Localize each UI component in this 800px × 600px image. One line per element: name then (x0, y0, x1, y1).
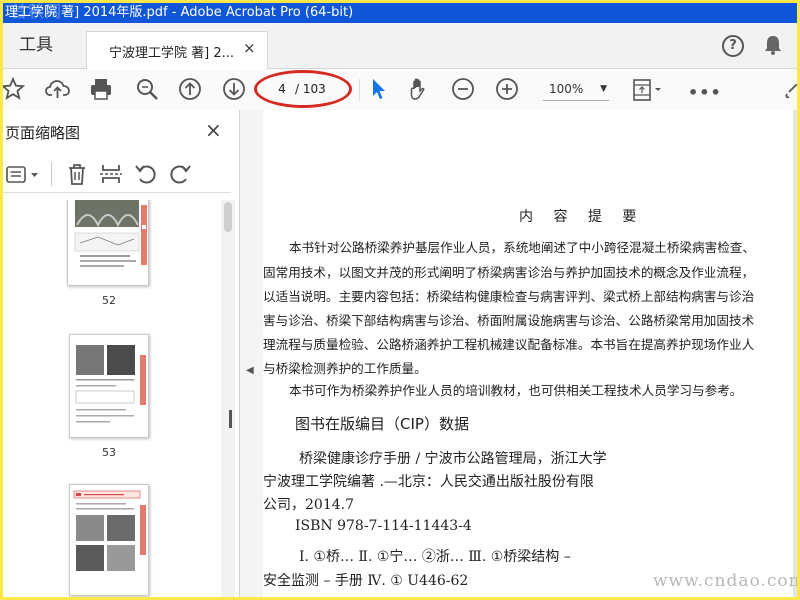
star-icon[interactable] (3, 77, 25, 101)
previous-page-icon[interactable] (178, 77, 202, 101)
main-toolbar: 4 / 103 100% ▼ ••• (3, 69, 797, 111)
delete-page-icon[interactable] (66, 162, 88, 186)
next-page-icon[interactable] (222, 77, 246, 101)
tab-document[interactable]: 宁波理工学院 著] 2... × (86, 31, 268, 69)
thumbnail-toolbar (3, 158, 231, 193)
help-icon[interactable]: ? (722, 35, 744, 57)
thumbnail-page-53[interactable] (69, 334, 149, 438)
rotate-left-icon[interactable] (134, 162, 158, 186)
link-icon[interactable] (785, 77, 797, 101)
collapse-panel-icon[interactable]: ◀ (246, 365, 254, 376)
cip-line: 桥梁健康诊疗手册 / 宁波市公路管理局，浙江大学 (299, 451, 607, 467)
watermark-bottom: www.cndao.com (653, 571, 797, 591)
window-title: 理工学院 著] 2014年版.pdf - Adobe Acrobat Pro (… (5, 5, 354, 20)
scrollbar-thumb[interactable] (224, 202, 232, 232)
cip-line: 公司，2014.7 (263, 497, 354, 513)
panel-splitter[interactable]: ◀ (229, 110, 265, 597)
zoom-search-icon[interactable] (135, 77, 159, 101)
tab-close-button[interactable]: × (243, 39, 256, 57)
cip-line: Ⅰ. ①桥… Ⅱ. ①宁… ②浙… Ⅲ. ①桥梁结构 – (299, 549, 571, 565)
thumbnail-options-icon[interactable] (5, 164, 43, 186)
abstract-line: 害与诊治、桥梁下部结构病害与诊治、桥面附属设施病害与诊治、公路桥梁常用加固技术 (263, 313, 755, 328)
bell-icon[interactable] (763, 34, 783, 56)
thumbnail-page-52[interactable] (67, 200, 149, 286)
tab-bar: 工具 宁波理工学院 著] 2... × ? (3, 23, 797, 69)
abstract-line: 以适当说明。主要内容包括：桥梁结构健康检查与病害评判、梁式桥上部结构病害与诊治 (263, 289, 755, 304)
hand-tool-icon[interactable] (407, 77, 431, 101)
current-page-input[interactable]: 4 (271, 81, 293, 97)
acrobat-window: 理工学院 著] 2014年版.pdf - Adobe Acrobat Pro (… (3, 3, 797, 597)
title-bar: 理工学院 著] 2014年版.pdf - Adobe Acrobat Pro (… (3, 3, 797, 23)
cip-line: 宁波理工学院编著 .—北京：人民交通出版社股份有限 (263, 474, 594, 490)
abstract-line: 本书针对公路桥梁养护基层作业人员，系统地阐述了中小跨径混凝土桥梁病害检查、 (289, 240, 755, 255)
zoom-in-icon[interactable] (495, 77, 519, 101)
document-scrollbar[interactable] (793, 110, 797, 597)
zoom-level-value: 100% (549, 82, 584, 96)
chevron-down-icon: ▼ (600, 84, 607, 94)
abstract-line: 与桥梁检测养护的工作质量。 (263, 361, 427, 376)
abstract-line: 固常用技术，以图文并茂的形式阐明了桥梁病害诊治与养护加固技术的概念及作业流程， (263, 265, 755, 280)
abstract-line: 本书可作为桥梁养护作业人员的培训教材，也可供相关工程技术人员学习与参考。 (289, 383, 743, 398)
toolbar-divider (51, 162, 52, 186)
page-fit-icon[interactable] (631, 77, 661, 101)
cip-line: 安全监测 – 手册 Ⅳ. ① U446-62 (263, 573, 469, 589)
panel-close-button[interactable]: × (205, 118, 222, 142)
cip-heading: 图书在版编目（CIP）数据 (295, 415, 469, 433)
thumbnail-page-number: 53 (102, 446, 116, 459)
panel-title: 页面缩略图 (5, 124, 81, 142)
abstract-title: 内 容 提 要 (519, 209, 645, 225)
cloud-upload-icon[interactable] (45, 77, 70, 101)
thumbnail-list: 52 53 (3, 200, 221, 597)
tab-tools[interactable]: 工具 (3, 23, 69, 68)
resize-grip-icon[interactable] (229, 410, 232, 428)
thumbnail-page-54[interactable] (69, 484, 149, 596)
page-thumbnails-panel: 页面缩略图 × 52 53 (3, 110, 239, 597)
thumbnail-page-number: 52 (102, 294, 116, 307)
page-number-field[interactable]: 4 / 103 (265, 78, 345, 100)
zoom-out-icon[interactable] (451, 77, 475, 101)
rotate-right-icon[interactable] (168, 162, 192, 186)
tab-document-label: 宁波理工学院 著] 2... (109, 46, 235, 61)
insert-page-icon[interactable] (99, 162, 123, 186)
select-arrow-icon[interactable] (367, 77, 391, 101)
print-icon[interactable] (89, 77, 113, 101)
total-pages-label: / 103 (295, 82, 326, 96)
zoom-level-select[interactable]: 100% ▼ (543, 78, 609, 101)
more-tools-icon[interactable]: ••• (688, 83, 721, 107)
abstract-line: 理流程与质量检验、公路桥涵养护工程机械建议配备标准。本书旨在提高养护现场作业人 (263, 337, 755, 352)
cip-line: ISBN 978-7-114-11443-4 (295, 518, 472, 534)
toolbar-divider (359, 79, 360, 101)
thumbnail-scrollbar[interactable] (221, 200, 235, 597)
document-view: 内 容 提 要 本书针对公路桥梁养护基层作业人员，系统地阐述了中小跨径混凝土桥梁… (263, 110, 797, 597)
